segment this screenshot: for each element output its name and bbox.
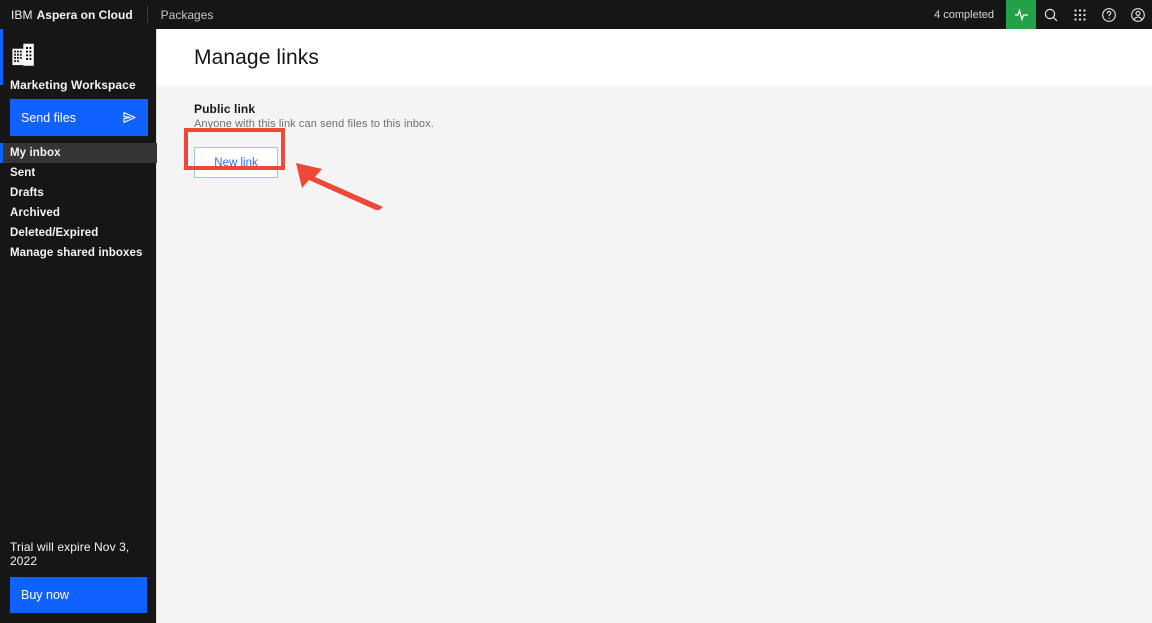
search-icon[interactable] <box>1036 0 1065 29</box>
sidebar-item-label: Drafts <box>10 187 44 199</box>
page-title: Manage links <box>194 45 319 69</box>
completed-status: 4 completed <box>934 8 994 21</box>
header-link-packages[interactable]: Packages <box>148 0 227 29</box>
sidebar-item-sent[interactable]: Sent <box>0 163 157 183</box>
app-root: IBM Aspera on Cloud Packages 4 completed <box>0 0 1152 623</box>
building-icon <box>10 41 146 68</box>
send-files-label: Send files <box>21 110 76 125</box>
section-subtitle: Anyone with this link can send files to … <box>194 118 434 130</box>
account-icon[interactable] <box>1123 0 1152 29</box>
sidebar-item-archived[interactable]: Archived <box>0 203 157 223</box>
public-link-section: Public link Anyone with this link can se… <box>157 86 1152 178</box>
top-header: IBM Aspera on Cloud Packages 4 completed <box>0 0 1152 29</box>
sidebar-nav: My inbox Sent Drafts Archived Deleted/Ex… <box>0 143 157 263</box>
send-files-button[interactable]: Send files <box>10 99 148 136</box>
buy-now-button[interactable]: Buy now <box>10 577 147 613</box>
sidebar: Marketing Workspace Send files My inbox … <box>0 29 157 623</box>
trial-section: Trial will expire Nov 3, 2022 Buy now <box>0 540 157 623</box>
brand-logo[interactable]: IBM Aspera on Cloud <box>0 0 147 29</box>
sidebar-item-label: Deleted/Expired <box>10 227 99 239</box>
brand-product-label: Aspera on Cloud <box>36 7 133 22</box>
new-link-button[interactable]: New link <box>194 147 278 178</box>
workspace-name: Marketing Workspace <box>10 78 136 92</box>
sidebar-item-label: Sent <box>10 167 36 179</box>
workspace-header[interactable]: Marketing Workspace <box>0 29 156 92</box>
page-header: Manage links <box>157 29 1152 86</box>
sidebar-item-deleted-expired[interactable]: Deleted/Expired <box>0 223 157 243</box>
section-title: Public link <box>194 102 256 116</box>
main-content: Manage links Public link Anyone with thi… <box>157 29 1152 623</box>
sidebar-item-label: Archived <box>10 207 61 219</box>
sidebar-item-my-inbox[interactable]: My inbox <box>0 143 157 163</box>
sidebar-accent-bar <box>0 29 3 85</box>
app-switcher-icon[interactable] <box>1065 0 1094 29</box>
sidebar-item-label: My inbox <box>10 147 61 159</box>
sidebar-item-manage-shared-inboxes[interactable]: Manage shared inboxes <box>0 243 157 263</box>
sidebar-item-label: Manage shared inboxes <box>10 247 143 259</box>
trial-expiry-text: Trial will expire Nov 3, 2022 <box>10 540 130 568</box>
activity-icon[interactable] <box>1006 0 1036 29</box>
brand-ibm-label: IBM <box>11 7 33 22</box>
help-icon[interactable] <box>1094 0 1123 29</box>
header-spacer <box>226 0 922 29</box>
send-icon <box>122 110 137 125</box>
sidebar-item-drafts[interactable]: Drafts <box>0 183 157 203</box>
